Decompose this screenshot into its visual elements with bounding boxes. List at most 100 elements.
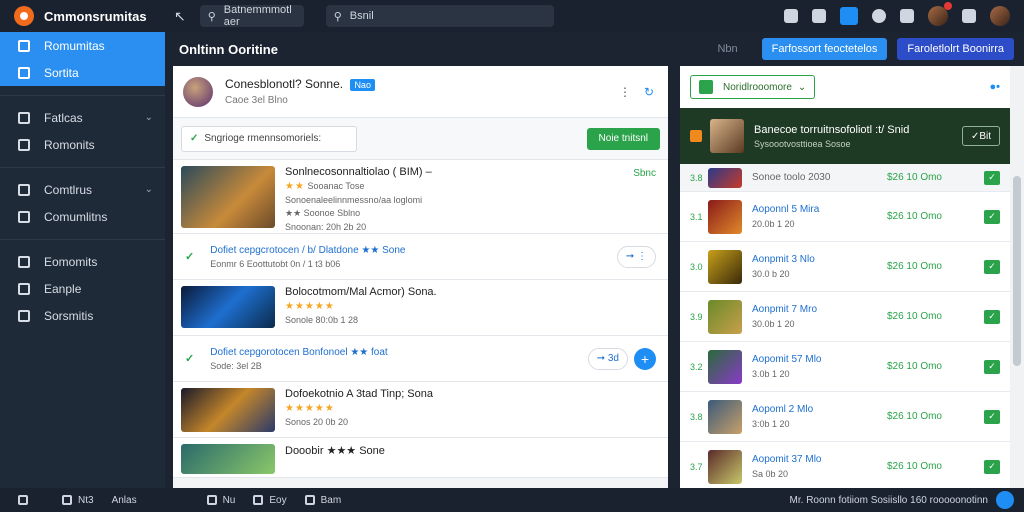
deal-row[interactable]: ✓ Dofiet cepgcrotocen / b/ Dlatdone ★★ S… (173, 234, 668, 280)
notification-avatar[interactable] (928, 2, 952, 26)
add-to-cart-button[interactable]: ✓ (984, 409, 1000, 424)
center-panel: Conesblonotl? Sonne. Nao Caoe 3el Blno ⋮… (173, 66, 668, 488)
row-title: Aopomit 37 Mlo (752, 454, 822, 465)
list-item[interactable]: 3.9 Aonpmit 7 Mro 30.0b 1 20 $26 10 Omo … (680, 292, 1010, 342)
scrollbar-thumb[interactable] (1013, 176, 1021, 366)
deal-title: Dofiet cepgcrotocen / b/ Dlatdone ★★ Son… (210, 244, 406, 256)
arrow-right-icon: ➞ (596, 353, 606, 364)
more-options-icon[interactable]: ●• (990, 81, 1001, 93)
search-input-left[interactable]: ⚲ Batnemmmotl aer (199, 4, 304, 28)
add-to-cart-button[interactable]: ✓ (984, 259, 1000, 274)
row-title: Aonpmit 7 Mro (752, 304, 818, 315)
featured-title: Banecoe torruitnsofoliotl :t/ Snid (754, 123, 910, 136)
chevron-down-icon: ⌄ (144, 184, 153, 195)
game-card[interactable]: Bolocotmom/Mal Acmor) Sona. ★★★★★ Sonole… (173, 280, 668, 336)
list-item[interactable]: 3.8 Aopoml 2 Mlo 3:0b 1 20 $26 10 Omo ✓ (680, 392, 1010, 442)
deal-subtitle: Eonmr 6 Eoottutobt 0n / 1 t3 b06 (210, 258, 341, 269)
sidebar-item-eomomits[interactable]: Eomomits (0, 248, 165, 275)
sidebar-item-romonits[interactable]: Romonits (0, 131, 165, 158)
filter-label: Noridlrooomore (723, 81, 792, 93)
row-subtitle: 30.0 b 20 (752, 269, 790, 279)
game-thumbnail[interactable] (181, 444, 275, 474)
monitor-icon[interactable] (962, 9, 976, 23)
bottom-item[interactable]: Nt3 (62, 495, 94, 506)
header-actions: Nbn Farfossort feoctetelos Faroletlolrt … (717, 38, 1014, 60)
status-row: ✓ Sngrioge rmennsomoriels: Noie tnitsnl (173, 118, 668, 160)
filter-dropdown[interactable]: Noridlrooomore ⌄ (690, 75, 816, 99)
sidebar-divider (0, 158, 165, 168)
list-item[interactable]: 3.1 Aoponnl 5 Mira 20.0b 1 20 $26 10 Omo… (680, 192, 1010, 242)
deal-row[interactable]: ✓ Dofiet cepgorotocen Bonfonoel ★★ foat … (173, 336, 668, 382)
app-logo[interactable] (14, 6, 34, 26)
more-icon[interactable]: ⋮ (616, 83, 634, 101)
search-input-right[interactable]: ⚲ Bsnil (325, 5, 554, 27)
game-card[interactable]: Sonlnecosonnaltiolao ( BIM) – ★★ Sooanac… (173, 160, 668, 234)
bottom-item[interactable]: Eoy (253, 495, 287, 506)
bottom-item-label: Bam (320, 494, 342, 506)
add-button[interactable]: + (634, 347, 656, 370)
profile-text: Conesblonotl? Sonne. Nao Caoe 3el Blno (213, 77, 375, 106)
sidebar-item-comtlrus[interactable]: Comtlrus ⌄ (0, 176, 165, 203)
green-action-button[interactable]: Noie tnitsnl (586, 127, 660, 150)
scrollbar[interactable] (1010, 66, 1024, 488)
list-item[interactable]: 3.0 Aonpmit 3 Nlo 30.0 b 20 $26 10 Omo ✓ (680, 242, 1010, 292)
info-icon[interactable] (840, 7, 858, 25)
game-card[interactable]: Dofoekotnio A 3tad Tinp; Sona ★★★★★ Sono… (173, 382, 668, 438)
row-text: Aopomit 37 Mlo Sa 0b 20 (752, 454, 821, 479)
sidebar-item-sorsmitis[interactable]: Sorsmitis (0, 302, 165, 329)
grid-icon[interactable] (784, 9, 798, 23)
deal-pill[interactable]: ➞ ⋮ (616, 245, 656, 268)
featured-item[interactable]: Banecoe torruitnsofoliotl :t/ Snid Sysoo… (680, 108, 1010, 164)
bottom-item[interactable]: Anlas (112, 495, 137, 506)
sidebar-item-sortita[interactable]: Sortita (0, 59, 165, 86)
profile-actions: ⋮ ↻ (616, 83, 658, 101)
profile-name-text: Conesblonotl? Sonne. (225, 77, 344, 91)
game-thumbnail[interactable] (181, 388, 275, 432)
bottom-item[interactable]: Nu (206, 495, 235, 506)
app-title: Cmmonsrumitas (44, 8, 147, 24)
row-number: 3.9 (690, 311, 703, 322)
add-to-cart-button[interactable]: ✓ (984, 459, 1000, 474)
help-button[interactable] (996, 491, 1014, 509)
bell-icon[interactable] (812, 9, 826, 23)
game-card[interactable]: Dooobir ★★★ Sone (173, 438, 668, 478)
add-to-cart-button[interactable]: ✓ (984, 170, 1000, 185)
primary-action-button[interactable]: Farfossort feoctetelos (761, 38, 888, 60)
featured-button[interactable]: ✓ Bit (961, 126, 1000, 146)
list-item[interactable]: 3.8 Sonoe toolo 2030 $26 10 Omo ✓ (680, 164, 1010, 192)
list-item[interactable]: 3.7 Aopomit 37 Mlo Sa 0b 20 $26 10 Omo ✓ (680, 442, 1010, 488)
sidebar-item-romumitas[interactable]: Romumitas (0, 32, 165, 59)
main-header: Onltinn Ooritine Nbn Farfossort feoctete… (165, 32, 1024, 66)
checkbox[interactable] (690, 130, 702, 142)
status-field[interactable]: ✓ Sngrioge rmennsomoriels: (181, 125, 357, 152)
deal-pill[interactable]: ➞ 3d (587, 347, 628, 370)
secondary-action-button[interactable]: Faroletlolrt Boonirra (897, 38, 1014, 60)
user-avatar[interactable] (990, 6, 1010, 26)
back-arrow-icon[interactable]: ↖ (174, 8, 186, 25)
profile-avatar[interactable] (183, 76, 213, 107)
sidebar-item-eanple[interactable]: Eanple (0, 275, 165, 302)
game-line-text: Sooanac Tose (307, 181, 365, 191)
add-to-cart-button[interactable]: ✓ (984, 309, 1000, 324)
row-text: Aonpmit 7 Mro 30.0b 1 20 (752, 304, 817, 329)
bottom-home[interactable] (18, 495, 28, 505)
chart-icon (18, 183, 30, 196)
game-thumbnail[interactable] (181, 286, 275, 328)
row-thumbnail (708, 299, 742, 334)
list-item[interactable]: 3.2 Aopomit 57 Mlo 3.0b 1 20 $26 10 Omo … (680, 342, 1010, 392)
shield-icon (18, 309, 30, 322)
bottom-item[interactable]: Bam (304, 494, 342, 506)
share-icon[interactable]: ↻ (640, 83, 658, 101)
list-icon (18, 138, 30, 151)
sidebar-item-fatlcas[interactable]: Fatlcas ⌄ (0, 104, 165, 131)
chat-icon[interactable] (900, 9, 914, 23)
sidebar-item-comumlitns[interactable]: Comumlitns (0, 203, 165, 230)
row-thumbnail (708, 399, 742, 434)
row-subtitle: 30.0b 1 20 (752, 319, 795, 329)
row-price: $26 10 Omo (886, 211, 942, 222)
add-to-cart-button[interactable]: ✓ (984, 359, 1000, 374)
add-to-cart-button[interactable]: ✓ (984, 209, 1000, 224)
globe-icon[interactable] (872, 9, 886, 23)
header-muted-link[interactable]: Nbn (717, 43, 737, 55)
game-thumbnail[interactable] (181, 166, 275, 228)
